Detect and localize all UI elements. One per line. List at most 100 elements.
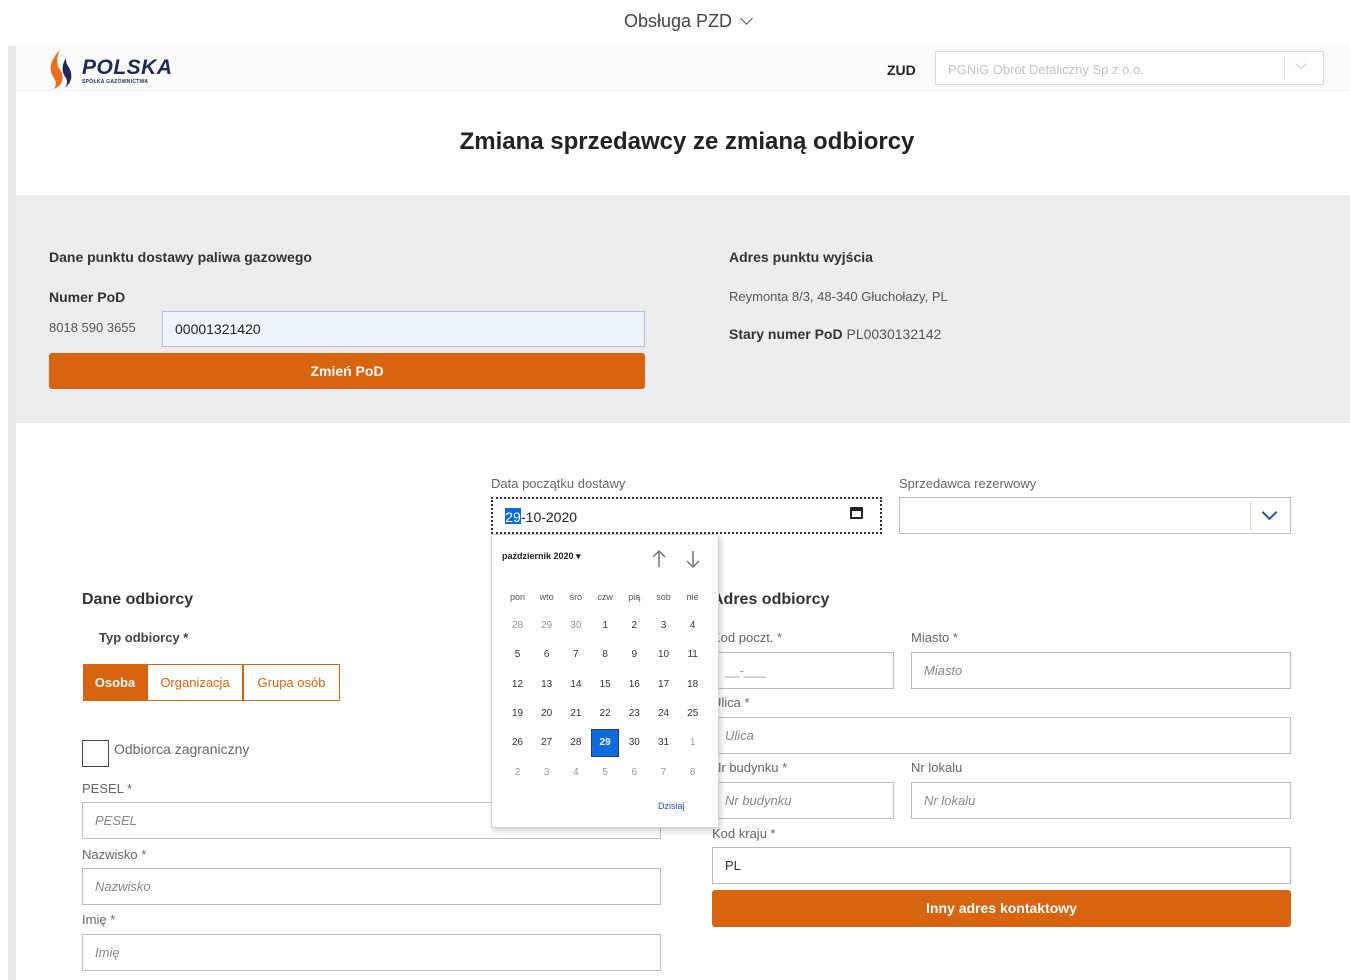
street-field[interactable]: Ulica xyxy=(712,717,1291,754)
chevron-down-icon xyxy=(740,12,753,25)
calendar-day[interactable]: 26 xyxy=(505,730,531,756)
name-label: Imię * xyxy=(82,912,116,927)
calendar-day[interactable]: 16 xyxy=(621,672,647,698)
calendar-day[interactable]: 7 xyxy=(563,642,589,668)
exit-address-heading: Adres punktu wyjścia xyxy=(729,249,873,265)
calendar-day-selected[interactable]: 29 xyxy=(591,729,620,758)
calendar-day[interactable]: 1 xyxy=(680,730,706,756)
flat-number-label: Nr lokalu xyxy=(911,760,963,775)
calendar-day[interactable]: 3 xyxy=(534,760,560,786)
city-label: Miasto * xyxy=(911,630,958,645)
calendar-day[interactable]: 18 xyxy=(680,672,706,698)
calendar-day[interactable]: 2 xyxy=(505,760,531,786)
calendar-day[interactable]: 25 xyxy=(680,701,706,727)
calendar-day[interactable]: 4 xyxy=(680,613,706,639)
calendar-day[interactable]: 6 xyxy=(621,760,647,786)
pesel-label: PESEL * xyxy=(82,781,133,796)
other-contact-address-button[interactable]: Inny adres kontaktowy xyxy=(712,890,1291,927)
customer-heading: Dane odbiorcy xyxy=(82,591,194,608)
calendar-icon[interactable] xyxy=(850,507,863,519)
calendar-day[interactable]: 9 xyxy=(621,642,647,668)
flame-logo-icon xyxy=(50,50,72,89)
surname-field[interactable]: Nazwisko xyxy=(82,868,661,905)
today-link[interactable]: Dzisiaj xyxy=(658,801,685,811)
brand-subtitle: SPÓŁKA GAZOWNICTWA xyxy=(82,79,149,85)
weekday-label: czw xyxy=(597,592,613,602)
weekday-label: sob xyxy=(656,592,671,602)
calendar-day[interactable]: 3 xyxy=(651,613,677,639)
calendar-day[interactable]: 20 xyxy=(534,701,560,727)
arrow-down-icon[interactable] xyxy=(684,549,702,569)
calendar-day[interactable]: 28 xyxy=(505,613,531,639)
calendar-day[interactable]: 22 xyxy=(592,701,618,727)
calendar-day[interactable]: 28 xyxy=(563,730,589,756)
calendar-day[interactable]: 10 xyxy=(651,642,677,668)
calendar-day[interactable]: 2 xyxy=(621,613,647,639)
calendar-day[interactable]: 17 xyxy=(651,672,677,698)
pod-prefix: 8018 590 3655 xyxy=(49,320,136,335)
weekday-label: śro xyxy=(569,592,583,602)
calendar-day[interactable]: 24 xyxy=(651,701,677,727)
old-pod-value: PL0030132142 xyxy=(846,326,942,342)
pod-number-label: Numer PoD xyxy=(49,289,126,305)
reserve-seller-select[interactable] xyxy=(899,497,1291,534)
page-title: Zmiana sprzedawcy ze zmianą odbiorcy xyxy=(459,128,915,155)
calendar-day[interactable]: 13 xyxy=(534,672,560,698)
calendar-day[interactable]: 30 xyxy=(621,730,647,756)
address-heading: Adres odbiorcy xyxy=(712,591,830,608)
calendar-day[interactable]: 4 xyxy=(563,760,589,786)
postal-code-field[interactable]: __-___ xyxy=(712,652,894,689)
calendar-day[interactable]: 23 xyxy=(621,701,647,727)
change-pod-button[interactable]: Zmień PoD xyxy=(49,353,645,389)
arrow-up-icon[interactable] xyxy=(650,549,668,569)
calendar-day[interactable]: 14 xyxy=(563,672,589,698)
calendar-day[interactable]: 21 xyxy=(563,701,589,727)
calendar-day[interactable]: 12 xyxy=(505,672,531,698)
calendar-day[interactable]: 31 xyxy=(651,730,677,756)
calendar-day[interactable]: 15 xyxy=(592,672,618,698)
weekday-label: wto xyxy=(539,592,554,602)
country-code-label: Kod kraju * xyxy=(712,826,776,841)
calendar-day[interactable]: 1 xyxy=(592,613,618,639)
calendar-day[interactable]: 27 xyxy=(534,730,560,756)
app-menu[interactable]: Obsługa PZD xyxy=(0,11,1350,32)
surname-label: Nazwisko * xyxy=(82,847,147,862)
weekday-label: nie xyxy=(686,592,699,602)
date-day: 29 xyxy=(505,509,521,525)
calendar-day[interactable]: 5 xyxy=(592,760,618,786)
calendar-day[interactable]: 6 xyxy=(534,642,560,668)
delivery-date-label: Data początku dostawy xyxy=(491,476,626,491)
old-pod: Stary numer PoD PL0030132142 xyxy=(729,326,941,342)
date-rest: -10-2020 xyxy=(521,509,578,525)
customer-type-label: Typ odbiorcy * xyxy=(99,630,189,645)
foreign-customer-label: Odbiorca zagraniczny xyxy=(114,741,250,757)
calendar-day[interactable]: 8 xyxy=(592,642,618,668)
type-grupa-osob-button[interactable]: Grupa osób xyxy=(243,664,340,701)
app-menu-label: Obsługa PZD xyxy=(623,11,733,31)
flat-number-field[interactable]: Nr lokalu xyxy=(911,782,1291,819)
calendar-day[interactable]: 8 xyxy=(680,760,706,786)
month-selector[interactable]: październik 2020 ▾ xyxy=(502,551,581,562)
country-code-field[interactable]: PL xyxy=(712,847,1291,884)
calendar-day[interactable]: 29 xyxy=(534,613,560,639)
zud-select-divider xyxy=(1284,56,1285,80)
calendar-day[interactable]: 7 xyxy=(651,760,677,786)
type-organizacja-button[interactable]: Organizacja xyxy=(147,664,243,701)
foreign-customer-checkbox[interactable] xyxy=(82,740,109,767)
left-frame xyxy=(8,46,16,980)
old-pod-label: Stary numer PoD xyxy=(729,326,843,342)
name-field[interactable]: Imię xyxy=(82,934,661,971)
pod-number-input[interactable] xyxy=(162,311,645,347)
zud-label: ZUD xyxy=(887,62,916,78)
zud-select-value: PGNiG Obrót Detaliczny Sp z o.o. xyxy=(948,62,1144,77)
calendar-day[interactable]: 5 xyxy=(505,642,531,668)
reserve-seller-divider xyxy=(1250,502,1251,530)
city-field[interactable]: Miasto xyxy=(911,652,1291,689)
exit-address: Reymonta 8/3, 48-340 Głuchołazy, PL xyxy=(729,289,948,304)
calendar-day[interactable]: 11 xyxy=(680,642,706,668)
calendar-day[interactable]: 30 xyxy=(563,613,589,639)
building-number-field[interactable]: Nr budynku xyxy=(712,782,894,819)
type-osoba-button[interactable]: Osoba xyxy=(83,664,147,701)
postal-code-label: Kod poczt. * xyxy=(712,630,783,645)
calendar-day[interactable]: 19 xyxy=(505,701,531,727)
